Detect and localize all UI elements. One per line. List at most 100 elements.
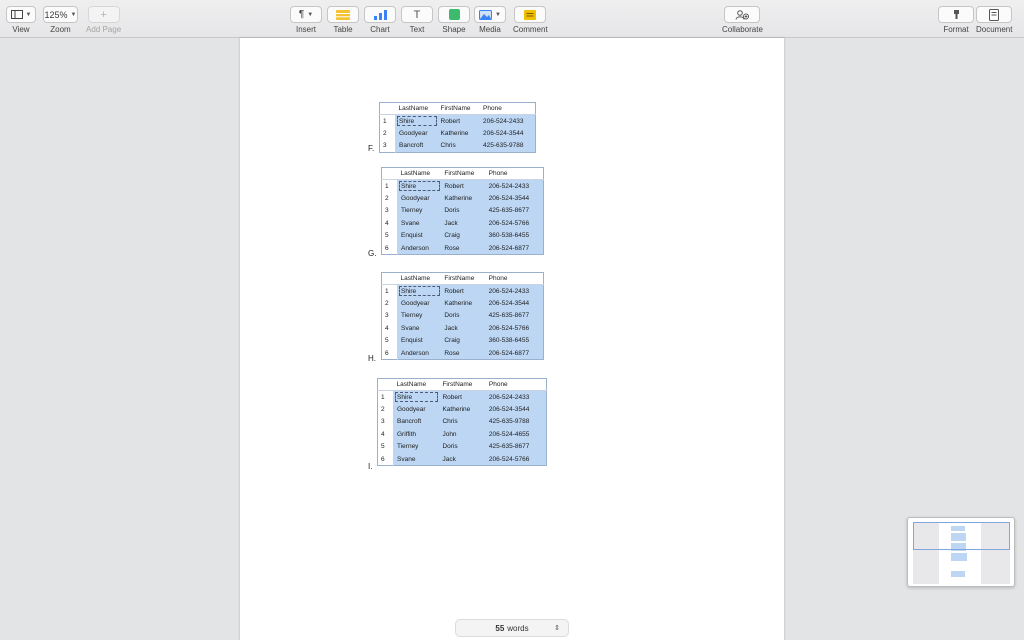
table-cell[interactable]: 206-524-3544 (485, 403, 547, 416)
shape-control[interactable]: Shape (438, 6, 470, 34)
document-button[interactable] (976, 6, 1013, 23)
data-table[interactable]: LastName FirstName Phone 1 Shire Robert … (377, 378, 547, 466)
column-header[interactable]: FirstName (439, 378, 486, 391)
table-cell[interactable]: Tierney (397, 204, 442, 217)
table-cell[interactable]: Craig (441, 229, 486, 242)
table-row[interactable]: 4 Svane Jack 206-524-5766 (381, 217, 544, 230)
document-page[interactable]: F. LastName FirstName Phone 1 Shire Robe… (240, 38, 784, 640)
table-row[interactable]: 1 Shire Robert 206-524-2433 (381, 284, 544, 297)
table-cell[interactable]: 206-524-3544 (485, 297, 544, 310)
table-row[interactable]: 3 Bancroft Chris 425-635-9788 (377, 415, 547, 428)
column-header[interactable]: LastName (397, 272, 442, 285)
add-page-control[interactable]: + Add Page (86, 6, 121, 34)
table-cell[interactable]: Jack (441, 322, 486, 335)
table-cell[interactable]: Goodyear (395, 127, 438, 140)
table-cell[interactable]: 360-538-6455 (485, 334, 544, 347)
table-cell[interactable]: Robert (441, 179, 486, 192)
table-cell[interactable]: 425-635-8677 (485, 440, 547, 453)
table-row[interactable]: 6 Anderson Rose 206-524-6877 (381, 347, 544, 360)
table-row[interactable]: 1 Shire Robert 206-524-2433 (381, 179, 544, 192)
table-row[interactable]: 5 Enquist Craig 360-538-6455 (381, 229, 544, 242)
column-header[interactable]: FirstName (441, 167, 486, 180)
table-cell[interactable]: 206-524-2433 (485, 179, 544, 192)
table-cell[interactable]: Tierney (393, 440, 440, 453)
page-thumbnail-navigator[interactable] (907, 517, 1015, 587)
chart-button[interactable] (364, 6, 396, 23)
comment-control[interactable]: Comment (513, 6, 548, 34)
table-cell[interactable]: 360-538-6455 (485, 229, 544, 242)
table-cell[interactable]: Svane (397, 322, 442, 335)
column-header[interactable]: Phone (480, 102, 536, 115)
table-row[interactable]: 6 Anderson Rose 206-524-6877 (381, 242, 544, 255)
table-cell[interactable]: 425-635-8677 (485, 204, 544, 217)
table-cell[interactable]: Chris (439, 415, 486, 428)
table-cell[interactable]: 425-635-9788 (480, 139, 536, 152)
table-cell[interactable]: 206-524-4655 (485, 428, 547, 441)
table-cell[interactable]: Robert (437, 114, 481, 127)
collaborate-button[interactable] (724, 6, 761, 23)
table-cell[interactable]: Goodyear (397, 192, 442, 205)
thumbnail-viewport[interactable] (913, 522, 1010, 550)
table-cell[interactable]: Robert (439, 390, 486, 403)
table-cell[interactable]: Doris (441, 204, 486, 217)
table-cell[interactable]: Doris (439, 440, 486, 453)
table-row[interactable]: 2 Goodyear Katherine 206-524-3544 (381, 192, 544, 205)
table-cell[interactable]: 206-524-3544 (485, 192, 544, 205)
table-row[interactable]: 2 Goodyear Katherine 206-524-3544 (381, 297, 544, 310)
table-cell[interactable]: Shire (397, 179, 442, 192)
table-cell[interactable]: Katherine (441, 297, 486, 310)
zoom-control[interactable]: 125% ▼ Zoom (43, 6, 78, 34)
table-row[interactable]: 1 Shire Robert 206-524-2433 (377, 390, 547, 403)
column-header[interactable]: Phone (485, 272, 544, 285)
table-cell[interactable]: Shire (393, 390, 440, 403)
table-cell[interactable]: Robert (441, 284, 486, 297)
column-header[interactable]: LastName (395, 102, 438, 115)
table-cell[interactable]: 206-524-5766 (485, 217, 544, 230)
table-cell[interactable]: John (439, 428, 486, 441)
table-cell[interactable]: Katherine (441, 192, 486, 205)
table-cell[interactable]: 206-524-2433 (485, 390, 547, 403)
table-button[interactable] (327, 6, 359, 23)
table-cell[interactable]: Katherine (437, 127, 481, 140)
table-row[interactable]: 3 Tierney Doris 425-635-8677 (381, 204, 544, 217)
table-cell[interactable]: 206-524-5766 (485, 322, 544, 335)
insert-control[interactable]: ¶ ▼ Insert (290, 6, 322, 34)
table-cell[interactable]: Enquist (397, 229, 442, 242)
format-control[interactable]: Format (938, 6, 974, 34)
table-cell[interactable]: 206-524-2433 (480, 114, 536, 127)
table-cell[interactable]: Svane (397, 217, 442, 230)
table-cell[interactable]: Griffith (393, 428, 440, 441)
table-row[interactable]: 1 Shire Robert 206-524-2433 (379, 114, 536, 127)
table-cell[interactable]: 206-524-2433 (485, 284, 544, 297)
table-row[interactable]: 4 Svane Jack 206-524-5766 (381, 322, 544, 335)
table-row[interactable]: 2 Goodyear Katherine 206-524-3544 (377, 403, 547, 416)
text-control[interactable]: T Text (401, 6, 433, 34)
table-cell[interactable]: Shire (395, 114, 438, 127)
table-cell[interactable]: 425-635-9788 (485, 415, 547, 428)
table-cell[interactable]: Enquist (397, 334, 442, 347)
comment-button[interactable] (514, 6, 547, 23)
data-table[interactable]: LastName FirstName Phone 1 Shire Robert … (381, 272, 544, 360)
table-cell[interactable]: Bancroft (395, 139, 438, 152)
table-row[interactable]: 3 Bancroft Chris 425-635-9788 (379, 139, 536, 152)
table-cell[interactable]: Rose (441, 242, 486, 255)
table-cell[interactable]: Katherine (439, 403, 486, 416)
table-cell[interactable]: Chris (437, 139, 481, 152)
zoom-select[interactable]: 125% ▼ (43, 6, 78, 23)
table-cell[interactable]: Anderson (397, 347, 442, 360)
table-cell[interactable]: Goodyear (393, 403, 440, 416)
table-cell[interactable]: Svane (393, 453, 440, 466)
column-header[interactable]: FirstName (437, 102, 481, 115)
data-table[interactable]: LastName FirstName Phone 1 Shire Robert … (379, 102, 536, 153)
shape-button[interactable] (438, 6, 470, 23)
table-cell[interactable]: Anderson (397, 242, 442, 255)
column-header[interactable]: LastName (393, 378, 440, 391)
table-cell[interactable]: Shire (397, 284, 442, 297)
insert-button[interactable]: ¶ ▼ (290, 6, 322, 23)
document-control[interactable]: Document (976, 6, 1012, 34)
word-count-control[interactable]: 55 words ⇕ (455, 619, 569, 637)
data-table[interactable]: LastName FirstName Phone 1 Shire Robert … (381, 167, 544, 255)
table-cell[interactable]: 206-524-6877 (485, 242, 544, 255)
table-row[interactable]: 5 Tierney Doris 425-635-8677 (377, 440, 547, 453)
table-cell[interactable]: Goodyear (397, 297, 442, 310)
